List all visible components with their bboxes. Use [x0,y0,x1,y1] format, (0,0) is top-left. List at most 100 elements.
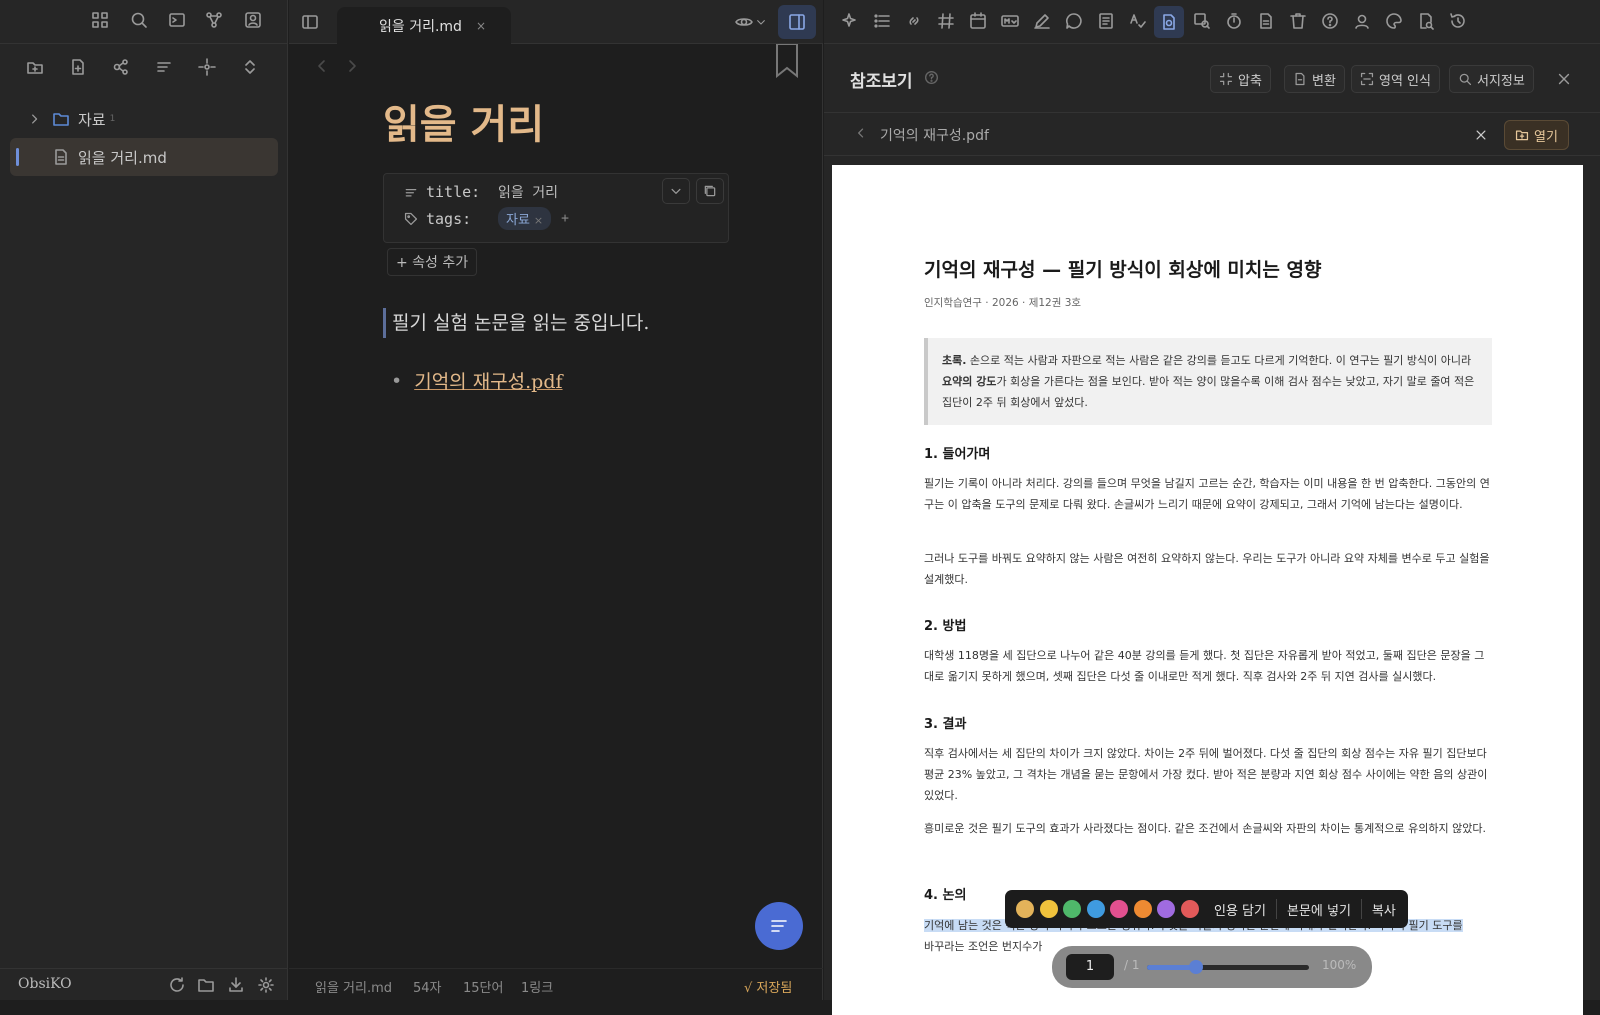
markdown-icon[interactable] [1001,12,1019,30]
bibinfo-button[interactable]: 서지정보 [1449,65,1534,93]
back-icon[interactable] [854,126,868,140]
color-swatch-3[interactable] [1063,900,1081,918]
color-swatch-1[interactable] [1016,900,1034,918]
color-swatch-4[interactable] [1086,900,1105,918]
pen-icon[interactable] [1033,12,1051,30]
color-swatch-8[interactable] [1180,900,1199,918]
color-swatch-5[interactable] [1110,900,1128,918]
color-swatch-7[interactable] [1157,900,1175,918]
reading-mode-toggle[interactable] [735,13,767,31]
gear-icon[interactable] [257,976,275,994]
zoom-slider[interactable] [1147,960,1309,974]
property-row-title[interactable]: title: 읽을 거리 [404,182,558,202]
file-label: 읽을 거리.md [78,148,167,167]
status-chars: 54자 [413,981,442,996]
search-icon[interactable] [130,11,148,29]
reference-panel-toggle[interactable] [778,5,816,39]
bibinfo-label: 서지정보 [1477,73,1525,89]
sparkle-icon[interactable] [841,12,859,30]
trash-icon[interactable] [1289,12,1307,30]
spellcheck-icon[interactable] [1129,12,1147,30]
nodes-icon[interactable] [112,58,130,76]
compress-button[interactable]: 압축 [1210,65,1271,93]
bookmark-icon[interactable] [775,44,799,78]
add-property-button[interactable]: + 속성 추가 [387,248,478,276]
palette-icon[interactable] [1385,12,1403,30]
document-icon[interactable] [1097,12,1115,30]
image-search-icon[interactable] [1193,12,1211,30]
grid-icon[interactable] [91,11,109,29]
ocr-button[interactable]: 영역 인식 [1351,65,1440,93]
sort-icon[interactable] [155,58,173,76]
color-swatch-6[interactable] [1133,900,1152,918]
nav-forward-icon[interactable] [343,57,361,75]
property-key: tags: [426,209,472,228]
pdf-link[interactable]: 기억의 재구성.pdf [414,367,562,394]
panel-toolbar [824,0,1600,44]
file-search-icon[interactable] [1417,12,1435,30]
chevron-down-icon [671,188,681,194]
reference-view-icon[interactable] [1154,6,1184,38]
timer-icon[interactable] [1225,12,1243,30]
tree-folder[interactable]: 자료 1 [10,100,278,138]
refresh-icon[interactable] [168,976,186,994]
user-icon[interactable] [1353,12,1371,30]
status-words: 15단어 [463,981,504,996]
vault-name[interactable]: ObsiKO [18,976,72,992]
nav-back-icon[interactable] [313,57,331,75]
comment-edit-icon[interactable] [1065,12,1083,30]
property-value[interactable]: 읽을 거리 [498,182,558,202]
tag-remove-icon[interactable]: × [534,214,543,227]
copy-button[interactable]: 복사 [1366,896,1402,923]
profile-icon[interactable] [244,11,262,29]
convert-button[interactable]: 변환 [1284,65,1345,93]
new-note-icon[interactable] [69,58,87,76]
tag-chip[interactable]: 자료 × [498,207,552,230]
tab-note[interactable]: 읽을 거리.md × [337,7,511,44]
terminal-icon[interactable] [168,11,186,29]
outline-button[interactable] [755,902,803,950]
zoom-handle[interactable] [1188,960,1203,974]
crosshair-icon[interactable] [198,58,216,76]
tree-file[interactable]: 읽을 거리.md [10,138,278,176]
file-icon [52,148,70,166]
body-paragraph[interactable]: 필기 실험 논문을 읽는 중입니다. [383,308,649,338]
sidebar-footer: ObsiKO [0,968,288,1000]
calendar-icon[interactable] [969,12,987,30]
properties-copy-button[interactable] [696,178,724,204]
help-icon[interactable] [924,70,939,85]
reference-panel: 참조보기 압축 변환 영역 인식 서지정보 기억의 재구성.pdf 열기 기억의… [824,0,1600,1015]
tab-close-icon[interactable]: × [476,19,486,33]
abstract-label: 초록. [942,354,967,367]
color-swatch-2[interactable] [1039,900,1058,918]
insert-button[interactable]: 본문에 넣기 [1281,896,1357,923]
close-icon[interactable] [1556,71,1572,87]
close-file-icon[interactable] [1474,128,1488,142]
note-icon[interactable] [1257,12,1275,30]
chevron-right-icon[interactable] [28,112,42,126]
chevron-down-icon [757,20,765,25]
properties-collapse-button[interactable] [662,178,690,204]
folder-open-icon[interactable] [197,976,215,994]
divider [1275,899,1277,919]
new-folder-icon[interactable] [26,58,44,76]
download-icon[interactable] [227,976,245,994]
sidebar-tools [0,48,288,88]
note-title[interactable]: 읽을 거리 [383,92,544,150]
link-icon[interactable] [905,12,923,30]
history-icon[interactable] [1449,12,1467,30]
help-icon[interactable] [1321,12,1339,30]
magnify-icon [1459,73,1472,86]
open-button[interactable]: 열기 [1504,120,1569,150]
page-input[interactable]: 1 [1066,954,1114,980]
hash-icon[interactable] [937,12,955,30]
pdf-page[interactable]: 기억의 재구성 — 필기 방식이 회상에 미치는 영향 인지학습연구 · 202… [832,165,1583,1015]
tag-add-button[interactable]: + [561,211,569,226]
quote-button[interactable]: 인용 담기 [1208,896,1272,923]
page-total: / 1 [1124,958,1140,972]
sidebar-toggle-icon[interactable] [301,13,319,31]
list-icon[interactable] [873,12,891,30]
property-row-tags[interactable]: tags: 자료 × + [404,207,569,230]
graph-icon[interactable] [205,11,223,29]
collapse-icon[interactable] [241,58,259,76]
